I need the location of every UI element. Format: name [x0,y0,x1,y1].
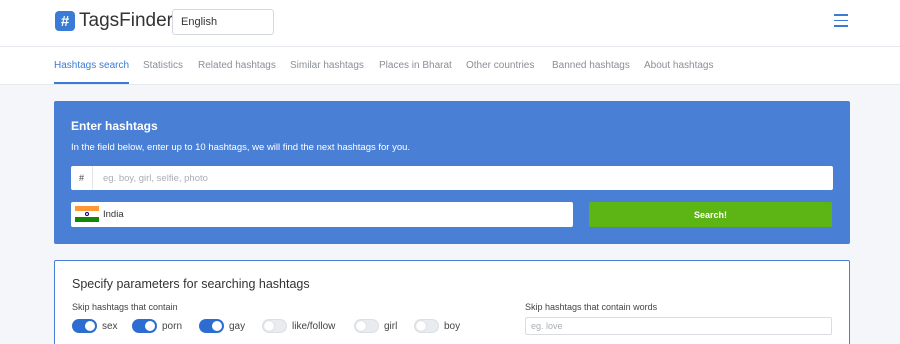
hashtags-input-placeholder: eg. boy, girl, selfie, photo [103,173,208,184]
search-panel: Enter hashtags In the field below, enter… [54,101,850,244]
skip-words-label: Skip hashtags that contain words [525,302,658,312]
nav-item-similar-hashtags[interactable]: Similar hashtags [290,60,364,71]
country-select[interactable]: India [71,202,573,227]
nav-item-places-in-bharat[interactable]: Places in Bharat [379,60,452,71]
nav-item-banned-hashtags[interactable]: Banned hashtags [552,60,630,71]
toggle-porn[interactable]: porn [132,319,182,333]
nav-item-about-hashtags[interactable]: About hashtags [644,60,714,71]
toggle-gay[interactable]: gay [199,319,245,333]
toggle-label: like/follow [292,320,336,332]
hamburger-menu-icon[interactable] [834,14,848,28]
toggle-switch[interactable] [262,319,287,333]
toggle-sex[interactable]: sex [72,319,118,333]
country-name: India [103,209,124,220]
language-select[interactable]: English [172,9,274,35]
hashtags-input[interactable]: # eg. boy, girl, selfie, photo [71,166,833,190]
hash-prefix: # [71,166,93,190]
toggle-like-follow[interactable]: like/follow [262,319,335,333]
main-nav: Hashtags search Statistics Related hasht… [0,47,900,85]
panel-description: In the field below, enter up to 10 hasht… [71,142,411,153]
toggle-switch[interactable] [414,319,439,333]
toggle-label: gay [229,320,246,332]
params-title: Specify parameters for searching hashtag… [72,277,310,291]
india-flag-icon [75,206,99,222]
search-button[interactable]: Search! [589,202,832,227]
hash-logo-icon: # [55,11,75,31]
skip-contain-label: Skip hashtags that contain [72,302,178,312]
panel-title: Enter hashtags [71,119,158,133]
search-params-panel: Specify parameters for searching hashtag… [54,260,850,344]
top-bar: # TagsFinder English [0,0,900,47]
toggle-boy[interactable]: boy [414,319,460,333]
logo-text: TagsFinder [79,10,173,31]
nav-item-related-hashtags[interactable]: Related hashtags [198,60,276,71]
nav-item-other-countries[interactable]: Other countries [466,60,534,71]
toggle-label: porn [162,320,183,332]
toggle-label: sex [102,320,118,332]
toggle-label: boy [444,320,461,332]
nav-item-statistics[interactable]: Statistics [143,60,183,71]
skip-words-input[interactable]: eg. love [525,317,832,335]
toggle-switch[interactable] [132,319,157,333]
toggle-switch[interactable] [72,319,97,333]
active-tab-indicator [54,82,129,84]
toggle-switch[interactable] [199,319,224,333]
toggle-switch[interactable] [354,319,379,333]
toggle-label: girl [384,320,398,332]
toggle-girl[interactable]: girl [354,319,397,333]
logo[interactable]: # TagsFinder [55,10,173,32]
nav-item-hashtags-search[interactable]: Hashtags search [54,60,129,71]
skip-words-placeholder: eg. love [531,321,563,331]
